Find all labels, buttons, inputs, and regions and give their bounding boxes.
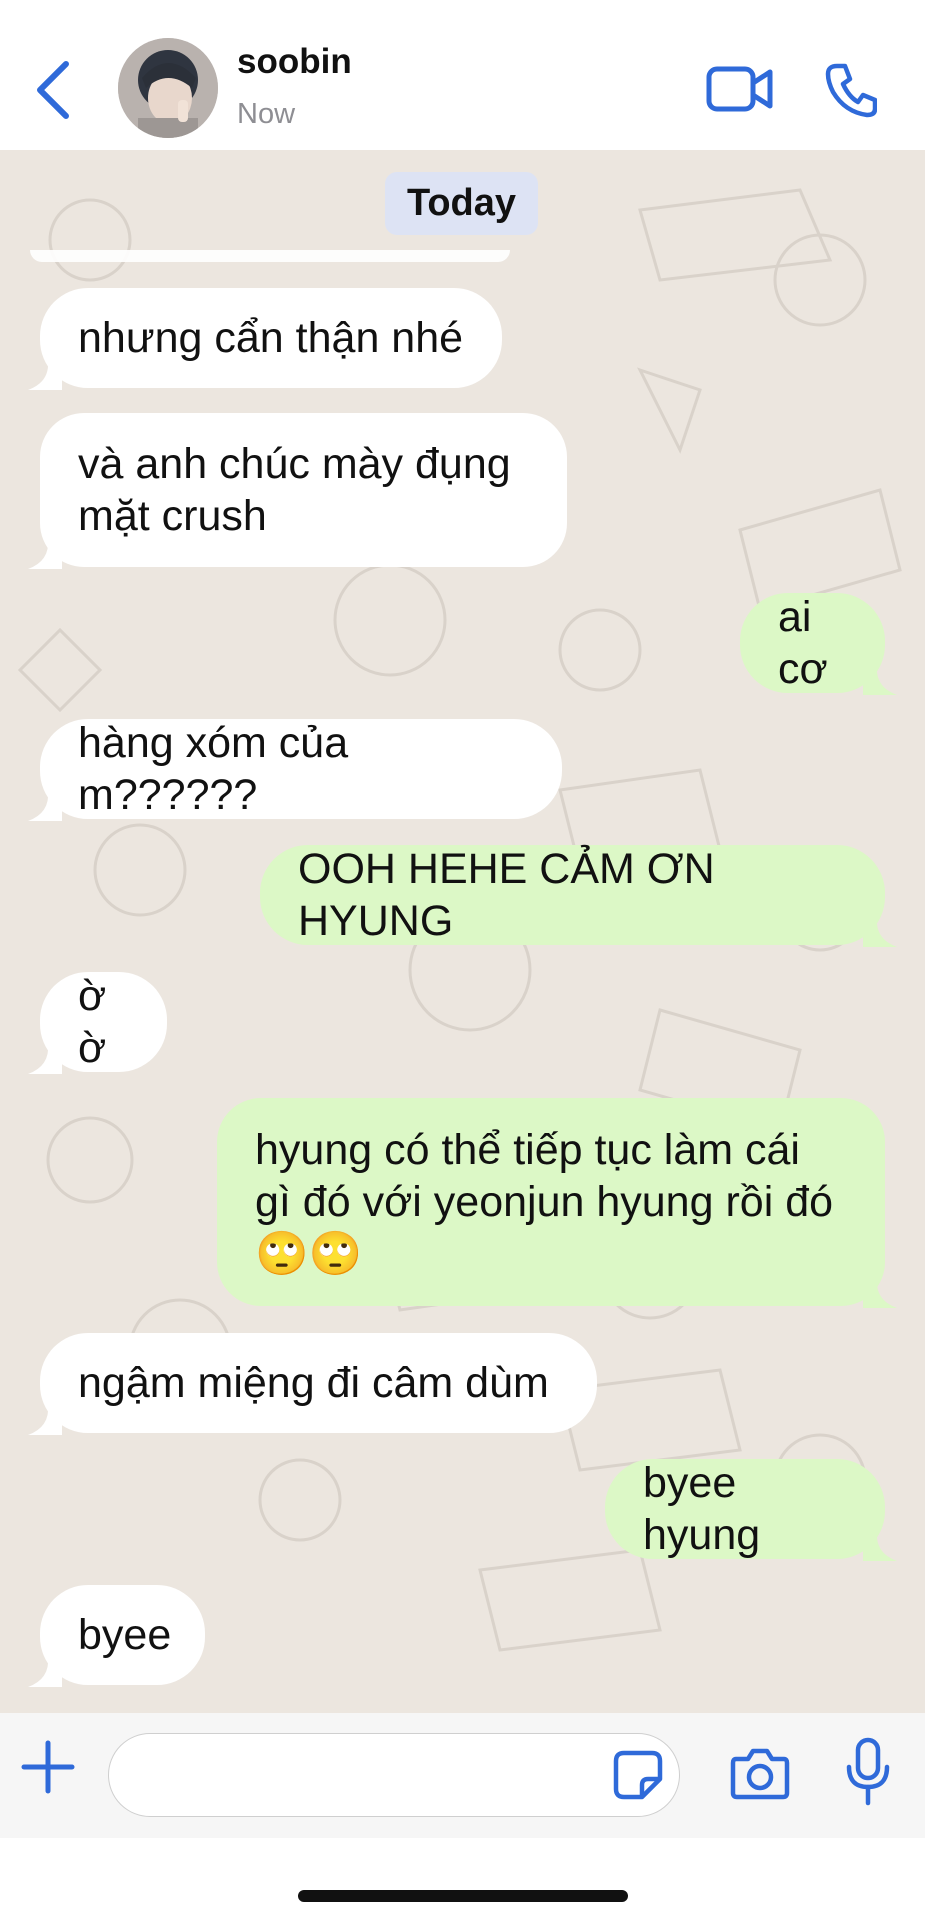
message-text: ai cơ: [778, 593, 828, 693]
video-camera-icon: [706, 66, 773, 112]
message-text: hàng xóm của m??????: [78, 719, 349, 819]
chevron-left-icon: [37, 61, 69, 119]
avatar[interactable]: [118, 38, 218, 138]
outgoing-message[interactable]: hyung có thể tiếp tục làm cái gì đó với …: [217, 1098, 897, 1308]
bubble-tail: [28, 1044, 62, 1074]
incoming-message[interactable]: và anh chúc mày đụng mặt crush: [28, 413, 567, 569]
message-text: byee hyung: [643, 1459, 761, 1559]
incoming-message[interactable]: ờ ờ: [28, 972, 167, 1074]
message-text: ngậm miệng đi câm dùm: [78, 1359, 549, 1407]
bubble-tail: [28, 360, 62, 390]
bubble-tail: [28, 539, 62, 569]
outgoing-message[interactable]: OOH HEHE CẢM ƠN HYUNG: [260, 845, 897, 947]
plus-icon: [21, 1740, 75, 1794]
message-text: ờ ờ: [78, 972, 107, 1072]
bubble-tail: [28, 1405, 62, 1435]
incoming-message[interactable]: hàng xóm của m??????: [28, 719, 562, 821]
message-input[interactable]: [108, 1733, 680, 1817]
contact-status: Now: [237, 98, 296, 130]
sticker-icon: [613, 1750, 663, 1800]
date-separator: Today: [385, 172, 538, 235]
home-indicator[interactable]: [298, 1890, 628, 1902]
microphone-icon: [846, 1737, 890, 1806]
camera-button[interactable]: [730, 1745, 790, 1801]
home-indicator-area: [0, 1838, 925, 1920]
bubble-tail: [28, 791, 62, 821]
chat-header: soobin Now: [0, 0, 925, 150]
bubble-tail: [863, 1531, 897, 1561]
avatar-photo: [118, 38, 218, 138]
message-text: OOH HEHE CẢM ƠN HYUNG: [298, 845, 715, 945]
message-text: byee: [78, 1611, 172, 1659]
message-text: nhưng cẩn thận nhé: [78, 314, 464, 362]
contact-name[interactable]: soobin: [237, 42, 352, 82]
message-input-bar: [0, 1713, 925, 1838]
back-button[interactable]: [30, 58, 80, 122]
microphone-button[interactable]: [845, 1737, 891, 1807]
voice-call-button[interactable]: [825, 62, 878, 118]
camera-icon: [730, 1748, 790, 1800]
partial-message-bubble: [30, 250, 510, 262]
incoming-message[interactable]: byee: [28, 1585, 205, 1687]
video-call-button[interactable]: [706, 64, 774, 114]
message-list[interactable]: Today nhưng cẩn thận nhé và anh chúc mày…: [0, 150, 925, 1713]
message-text: hyung có thể tiếp tục làm cái gì đó với …: [255, 1126, 834, 1278]
outgoing-message[interactable]: ai cơ: [740, 593, 897, 695]
attach-button[interactable]: [18, 1737, 78, 1797]
incoming-message[interactable]: ngậm miệng đi câm dùm: [28, 1333, 597, 1435]
bubble-tail: [28, 1657, 62, 1687]
sticker-button[interactable]: [612, 1749, 664, 1801]
bubble-tail: [863, 917, 897, 947]
bubble-tail: [863, 1278, 897, 1308]
outgoing-message[interactable]: byee hyung: [605, 1459, 897, 1561]
bubble-tail: [863, 665, 897, 695]
message-text: và anh chúc mày đụng mặt crush: [78, 440, 511, 540]
phone-icon: [825, 63, 878, 118]
incoming-message[interactable]: nhưng cẩn thận nhé: [28, 288, 502, 390]
